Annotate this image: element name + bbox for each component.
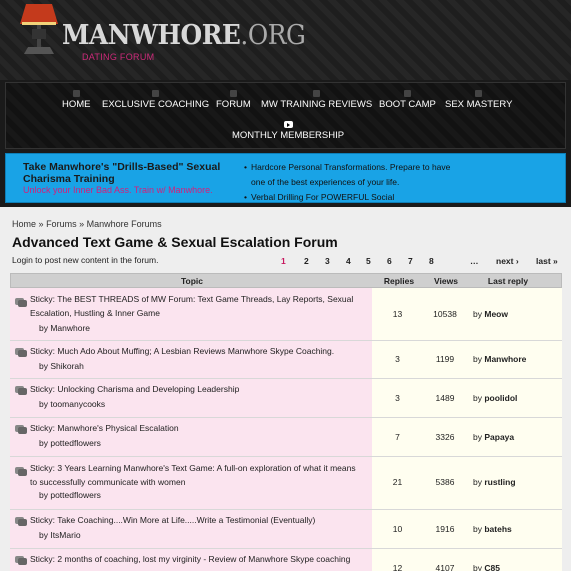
topic-views: 4107 bbox=[435, 563, 455, 571]
topic-title[interactable]: Sticky: The BEST THREADS of MW Forum: Te… bbox=[30, 292, 365, 320]
header-topic[interactable]: Topic bbox=[11, 276, 373, 286]
promo-title[interactable]: Take Manwhore's "Drills-Based" Sexual Ch… bbox=[23, 161, 238, 185]
sticky-topic-icon bbox=[15, 556, 27, 565]
site-tagline: DATING FORUM bbox=[82, 52, 155, 62]
table-row: Sticky: Manwhore's Physical Escalation b… bbox=[10, 418, 562, 457]
last-reply[interactable]: by rustling bbox=[473, 477, 516, 487]
pager-page[interactable]: 4 bbox=[346, 256, 351, 266]
pager-page[interactable]: 6 bbox=[387, 256, 392, 266]
pager-page[interactable]: 3 bbox=[325, 256, 330, 266]
sticky-topic-icon bbox=[15, 425, 27, 434]
pager-last[interactable]: last » bbox=[536, 256, 558, 266]
main-content: Home » Forums » Manwhore Forums Advanced… bbox=[0, 207, 571, 571]
site-header: MANWHORE.ORG DATING FORUM bbox=[0, 0, 571, 80]
promo-bullets: Hardcore Personal Transformations. Prepa… bbox=[244, 160, 454, 205]
sticky-topic-icon bbox=[15, 348, 27, 357]
breadcrumb: Home » Forums » Manwhore Forums bbox=[12, 219, 162, 229]
login-link[interactable]: Login to post new content in the forum. bbox=[12, 255, 158, 265]
topic-views: 1199 bbox=[435, 354, 455, 364]
topic-replies: 12 bbox=[392, 563, 403, 571]
pager-page[interactable]: 8 bbox=[429, 256, 434, 266]
page-title: Advanced Text Game & Sexual Escalation F… bbox=[12, 234, 338, 250]
last-reply[interactable]: by poolidol bbox=[473, 393, 517, 403]
topic-views: 1489 bbox=[435, 393, 455, 403]
last-reply[interactable]: by Manwhore bbox=[473, 354, 526, 364]
topic-replies: 21 bbox=[392, 477, 403, 487]
topic-title[interactable]: Sticky: Take Coaching....Win More at Lif… bbox=[30, 513, 365, 527]
promo-banner[interactable]: Take Manwhore's "Drills-Based" Sexual Ch… bbox=[5, 153, 566, 205]
header-last-reply[interactable]: Last reply bbox=[473, 276, 543, 286]
nav-home[interactable]: HOME bbox=[62, 90, 91, 110]
sticky-topic-icon bbox=[15, 386, 27, 395]
topic-author[interactable]: by Manwhore bbox=[39, 323, 90, 333]
nav-forum[interactable]: FORUM bbox=[216, 90, 251, 110]
pager-ellipsis: … bbox=[470, 256, 479, 266]
header-views[interactable]: Views bbox=[421, 276, 471, 286]
square-icon bbox=[72, 90, 80, 97]
square-icon bbox=[229, 90, 237, 97]
table-row: Sticky: 3 Years Learning Manwhore's Text… bbox=[10, 457, 562, 510]
last-reply[interactable]: by Papaya bbox=[473, 432, 514, 442]
main-nav: HOME EXCLUSIVE COACHING FORUM MW TRAININ… bbox=[5, 82, 566, 149]
breadcrumb-manwhore-forums[interactable]: Manwhore Forums bbox=[87, 219, 162, 229]
breadcrumb-forums[interactable]: Forums bbox=[46, 219, 77, 229]
sticky-topic-icon bbox=[15, 298, 27, 307]
promo-subtitle[interactable]: Unlock your Inner Bad Ass. Train w/ Manw… bbox=[23, 185, 213, 195]
topic-replies: 13 bbox=[392, 309, 403, 319]
topic-author[interactable]: by pottedflowers bbox=[39, 438, 101, 448]
nav-mw-training-reviews[interactable]: MW TRAINING REVIEWS bbox=[261, 90, 372, 110]
square-icon bbox=[313, 90, 321, 97]
nav-monthly-membership[interactable]: MONTHLY MEMBERSHIP bbox=[232, 121, 344, 141]
nav-exclusive-coaching[interactable]: EXCLUSIVE COACHING bbox=[102, 90, 209, 110]
promo-bullet: Verbal Drilling For POWERFUL Social bbox=[244, 190, 454, 205]
topic-views: 3326 bbox=[435, 432, 455, 442]
topic-title[interactable]: Sticky: 3 Years Learning Manwhore's Text… bbox=[30, 461, 365, 489]
last-reply[interactable]: by C85 bbox=[473, 563, 500, 571]
square-icon bbox=[403, 90, 411, 97]
pager-next[interactable]: next › bbox=[496, 256, 519, 266]
login-note: Login to post new content in the forum. bbox=[12, 255, 158, 265]
table-row: Sticky: The BEST THREADS of MW Forum: Te… bbox=[10, 288, 562, 341]
topic-replies: 7 bbox=[395, 432, 400, 442]
breadcrumb-home[interactable]: Home bbox=[12, 219, 36, 229]
table-header: Topic Replies Views Last reply bbox=[10, 273, 562, 288]
topic-views: 10538 bbox=[433, 309, 457, 319]
pager-page[interactable]: 7 bbox=[408, 256, 413, 266]
topic-title[interactable]: Sticky: 2 months of coaching, lost my vi… bbox=[30, 552, 365, 566]
topic-author[interactable]: by toomanycooks bbox=[39, 399, 105, 409]
lamp-logo-icon[interactable] bbox=[18, 2, 60, 60]
sticky-topic-icon bbox=[15, 467, 27, 476]
last-reply[interactable]: by batehs bbox=[473, 524, 512, 534]
pager: 1 2 3 4 5 6 7 8 … next › last » bbox=[272, 256, 562, 268]
topic-replies: 10 bbox=[392, 524, 403, 534]
topic-author[interactable]: by Shikorah bbox=[39, 361, 84, 371]
topic-title[interactable]: Sticky: Unlocking Charisma and Developin… bbox=[30, 382, 365, 396]
nav-boot-camp[interactable]: BOOT CAMP bbox=[379, 90, 436, 110]
last-reply[interactable]: by Meow bbox=[473, 309, 508, 319]
table-row: Sticky: Much Ado About Muffing; A Lesbia… bbox=[10, 341, 562, 379]
topic-views: 1916 bbox=[435, 524, 455, 534]
square-icon bbox=[475, 90, 483, 97]
topic-replies: 3 bbox=[395, 354, 400, 364]
pager-current: 1 bbox=[281, 256, 286, 266]
nav-sex-mastery[interactable]: SEX MASTERY bbox=[445, 90, 512, 110]
square-icon bbox=[152, 90, 160, 97]
promo-bullet: Hardcore Personal Transformations. Prepa… bbox=[244, 160, 454, 190]
topic-title[interactable]: Sticky: Much Ado About Muffing; A Lesbia… bbox=[30, 344, 365, 358]
forum-table: Topic Replies Views Last reply Sticky: T… bbox=[10, 273, 562, 571]
header-replies[interactable]: Replies bbox=[374, 276, 424, 286]
site-logo[interactable]: MANWHORE.ORG bbox=[62, 20, 306, 51]
topic-title[interactable]: Sticky: Manwhore's Physical Escalation bbox=[30, 421, 365, 435]
sticky-topic-icon bbox=[15, 517, 27, 526]
table-row: Sticky: Unlocking Charisma and Developin… bbox=[10, 379, 562, 418]
table-row: Sticky: Take Coaching....Win More at Lif… bbox=[10, 510, 562, 549]
topic-views: 5386 bbox=[435, 477, 455, 487]
youtube-icon bbox=[283, 121, 293, 128]
topic-author[interactable]: by ItsMario bbox=[39, 530, 81, 540]
pager-page[interactable]: 5 bbox=[366, 256, 371, 266]
table-row: Sticky: 2 months of coaching, lost my vi… bbox=[10, 549, 562, 571]
pager-page[interactable]: 2 bbox=[304, 256, 309, 266]
topic-replies: 3 bbox=[395, 393, 400, 403]
topic-author[interactable]: by pottedflowers bbox=[39, 490, 101, 500]
